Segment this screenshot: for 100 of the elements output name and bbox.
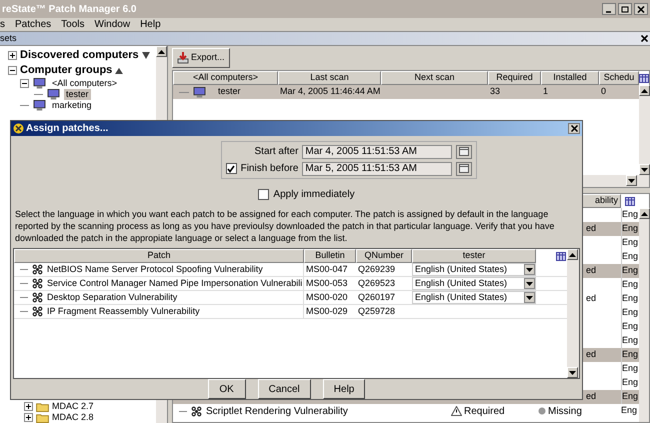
- menu-item[interactable]: Help: [140, 17, 161, 32]
- column-header[interactable]: Required: [488, 71, 541, 85]
- scroll-down-button[interactable]: [626, 175, 637, 186]
- column-chooser-icon[interactable]: [625, 196, 635, 206]
- checkbox[interactable]: [226, 163, 237, 174]
- table-cell-text: Eng: [621, 404, 638, 418]
- warning-icon: [451, 406, 462, 416]
- calendar-button[interactable]: [456, 162, 472, 176]
- table-cell-text: Mar 4, 2005 11:46:44 AM: [279, 85, 381, 98]
- clover-icon: [32, 306, 43, 317]
- tab[interactable]: sets: [0, 32, 17, 46]
- column-chooser-icon[interactable]: [556, 252, 566, 260]
- monitor-icon: [47, 89, 60, 100]
- scroll-up-button[interactable]: [639, 85, 650, 96]
- field-label: Start after: [254, 145, 298, 159]
- column-header[interactable]: Last scan: [278, 71, 381, 85]
- expand-icon[interactable]: [8, 51, 17, 60]
- dot-icon: [538, 407, 546, 415]
- checkmark-icon: [227, 164, 236, 172]
- scroll-up-button[interactable]: [639, 208, 650, 219]
- dialog-button[interactable]: OK: [208, 379, 246, 399]
- monitor-icon: [33, 78, 46, 89]
- column-header[interactable]: Next scan: [381, 71, 488, 85]
- table-cell-text: MS00-053: [305, 276, 349, 290]
- table-cell-text: Q269523: [357, 276, 396, 290]
- restore-button[interactable]: [618, 3, 632, 15]
- column-header[interactable]: Bulletin: [304, 249, 356, 263]
- minimize-button[interactable]: [602, 3, 616, 15]
- scroll-up-button[interactable]: [567, 249, 578, 260]
- tree-item[interactable]: tester: [64, 89, 91, 100]
- table-cell: ed: [586, 349, 596, 360]
- menu-item[interactable]: s: [0, 17, 5, 32]
- column-header[interactable]: QNumber: [356, 249, 412, 263]
- expand-icon[interactable]: [24, 413, 33, 422]
- dialog-button[interactable]: Cancel: [258, 379, 311, 399]
- export-button[interactable]: Export...: [172, 48, 230, 68]
- up-triangle-icon: [641, 88, 648, 92]
- table-cell: IP Fragment Reassembly Vulnerability: [47, 305, 200, 318]
- column-header[interactable]: Schedu: [599, 71, 639, 85]
- up-triangle-icon: [158, 50, 165, 54]
- table-cell-text: Required: [464, 404, 505, 418]
- column-header[interactable]: Installed: [541, 71, 599, 85]
- clover-icon: [32, 264, 43, 275]
- dialog-button[interactable]: Help: [322, 379, 366, 399]
- caret-icon: [526, 296, 533, 300]
- scroll-down-button[interactable]: [639, 164, 650, 175]
- up-triangle-icon[interactable]: [115, 67, 124, 74]
- dialog-title: Assign patches...: [26, 122, 108, 136]
- column-header[interactable]: <All computers>: [173, 71, 278, 85]
- calendar-icon: [459, 164, 470, 173]
- download-icon: [177, 52, 189, 64]
- tree-item[interactable]: MDAC 2.8: [52, 412, 94, 423]
- language-dropdown[interactable]: English (United States): [412, 277, 536, 290]
- up-triangle-icon: [569, 252, 576, 256]
- date-field[interactable]: Mar 4, 2005 11:51:53 AM: [302, 144, 452, 158]
- tree-item[interactable]: <All computers>: [50, 78, 120, 89]
- menu-item[interactable]: Patches: [15, 17, 52, 32]
- table-cell-text: MS00-020: [305, 290, 349, 304]
- up-triangle-icon: [641, 212, 648, 216]
- close-icon: [637, 6, 645, 12]
- calendar-button[interactable]: [456, 144, 472, 158]
- close-button[interactable]: [568, 123, 580, 134]
- scroll-down-button[interactable]: [567, 367, 578, 378]
- table-cell-text: Q259728: [357, 304, 396, 318]
- close-button[interactable]: [634, 3, 648, 15]
- close-icon[interactable]: [641, 35, 648, 42]
- date-field[interactable]: Mar 5, 2005 11:51:53 AM: [302, 162, 452, 176]
- table-cell-text: Q260197: [357, 290, 396, 304]
- tree-item[interactable]: MDAC 2.7: [52, 401, 94, 412]
- language-dropdown[interactable]: English (United States): [412, 263, 536, 276]
- table-cell: Desktop Separation Vulnerability: [47, 291, 178, 304]
- checkbox[interactable]: [258, 189, 270, 200]
- down-chevron-icon[interactable]: [142, 52, 150, 59]
- caret-icon: [526, 282, 533, 286]
- menu-item[interactable]: Window: [94, 17, 130, 32]
- clover-icon: [32, 278, 43, 289]
- table-cell: ed: [586, 391, 596, 402]
- section-header[interactable]: Computer groups: [20, 62, 112, 79]
- tree-item[interactable]: marketing: [50, 100, 94, 111]
- column-chooser-icon[interactable]: [639, 74, 649, 82]
- language-dropdown[interactable]: English (United States): [412, 291, 536, 304]
- clover-icon: [191, 406, 202, 416]
- expand-icon[interactable]: [24, 402, 33, 411]
- table-cell-text: 0: [600, 85, 608, 98]
- column-header[interactable]: tester: [412, 249, 536, 263]
- section-header[interactable]: Discovered computers: [20, 47, 139, 64]
- down-triangle-icon: [569, 370, 576, 374]
- table-cell: ed: [586, 293, 596, 304]
- close-icon: [570, 125, 578, 132]
- window-title: reState™ Patch Manager 6.0: [2, 2, 136, 16]
- table-row[interactable]: tester Mar 4, 2005 11:46:44 AM 33 1 0: [173, 85, 639, 99]
- collapse-icon[interactable]: [8, 66, 17, 75]
- table-cell-text: MS00-047: [305, 262, 349, 276]
- menu-item[interactable]: Tools: [61, 17, 84, 32]
- scroll-up-button[interactable]: [156, 46, 167, 57]
- column-header[interactable]: Patch: [14, 249, 304, 263]
- instructions-text: Select the language in which you want each patch to be assigned for each computer. The patch is assigned by default in the language reported by the scanning process as long as you have previoulsy downloaded the patch in that particular language. Verify that you have downloaded the patch in the appropiate language or select a language from the list.: [14, 208, 556, 244]
- collapse-icon[interactable]: [20, 79, 29, 88]
- table-cell-text: 33: [489, 85, 502, 98]
- table-cell-text: tester: [217, 85, 241, 98]
